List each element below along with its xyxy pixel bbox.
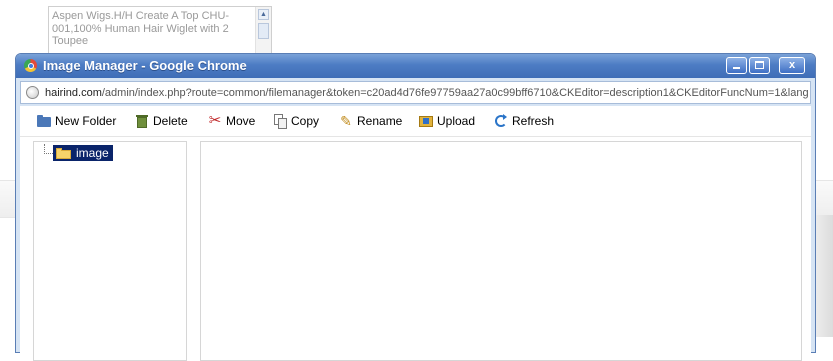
image-manager-window: Image Manager - Google Chrome x hairind.… [15, 53, 816, 361]
upload-label: Upload [437, 114, 476, 128]
folder-icon [36, 113, 52, 129]
pencil-icon: ✎ [340, 113, 352, 129]
delete-button[interactable]: Delete [134, 113, 188, 129]
file-list-pane[interactable] [200, 141, 802, 361]
rename-label: Rename [357, 114, 403, 128]
close-button[interactable]: x [779, 57, 805, 74]
tree-node-image[interactable]: image [53, 145, 113, 161]
product-name-textarea[interactable]: Aspen Wigs.H/H Create A Top CHU-001,100%… [48, 6, 272, 54]
product-name-text: Aspen Wigs.H/H Create A Top CHU-001,100%… [52, 10, 230, 47]
scissors-icon: ✂ [208, 112, 222, 129]
minimize-button[interactable] [726, 57, 747, 74]
upload-icon [418, 113, 434, 129]
textarea-scrollbar[interactable]: ▲ [255, 7, 271, 53]
file-manager-toolbar: New Folder Delete ✂ Move Copy ✎ Rename U… [20, 106, 811, 137]
minimize-icon [733, 67, 740, 69]
refresh-button[interactable]: Refresh [493, 113, 554, 129]
file-manager-content: New Folder Delete ✂ Move Copy ✎ Rename U… [20, 106, 811, 361]
close-icon: x [788, 59, 796, 71]
new-folder-label: New Folder [55, 114, 117, 128]
page-info-icon[interactable] [26, 86, 39, 99]
copy-button[interactable]: Copy [272, 113, 319, 129]
scroll-up-arrow-icon[interactable]: ▲ [258, 9, 269, 20]
upload-button[interactable]: Upload [418, 113, 475, 129]
window-titlebar[interactable]: Image Manager - Google Chrome x [16, 54, 815, 78]
url-host: hairind.com [45, 87, 102, 99]
window-title: Image Manager - Google Chrome [43, 58, 247, 73]
address-bar[interactable]: hairind.com/admin/index.php?route=common… [20, 81, 811, 104]
refresh-icon [493, 113, 509, 129]
tree-connector-branch [44, 153, 53, 154]
rename-button[interactable]: ✎ Rename [338, 113, 402, 129]
move-label: Move [226, 114, 256, 128]
url-text: hairind.com/admin/index.php?route=common… [45, 87, 809, 99]
new-folder-button[interactable]: New Folder [36, 113, 116, 129]
url-path: /admin/index.php?route=common/filemanage… [101, 87, 809, 99]
tree-node-label: image [76, 146, 109, 160]
scroll-thumb[interactable] [258, 23, 269, 39]
chrome-logo-icon [24, 59, 37, 72]
move-button[interactable]: ✂ Move [207, 112, 256, 129]
delete-label: Delete [153, 114, 188, 128]
folder-open-icon [56, 147, 71, 159]
background-page-edge [815, 215, 833, 337]
refresh-label: Refresh [512, 114, 555, 128]
copy-icon [272, 113, 288, 129]
copy-label: Copy [291, 114, 320, 128]
folder-tree-pane: image [33, 141, 187, 361]
maximize-button[interactable] [749, 57, 770, 74]
trash-icon [134, 113, 150, 129]
maximize-icon [755, 61, 764, 69]
